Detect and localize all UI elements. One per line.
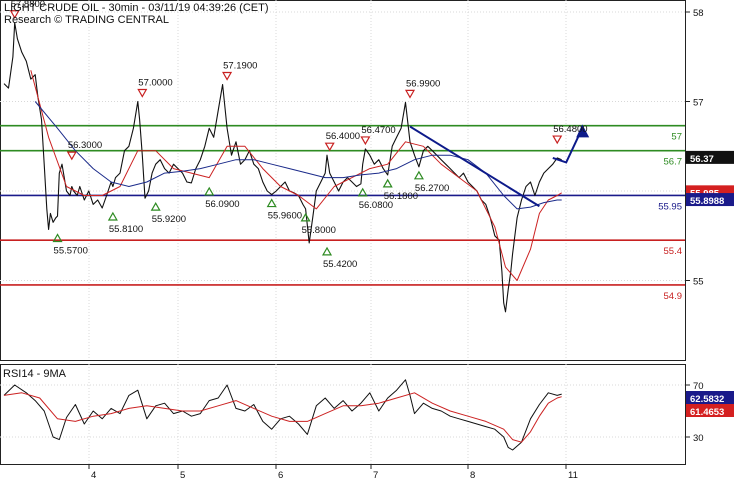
swing-low-label: 55.5700 [54, 245, 88, 256]
high-marker [66, 151, 77, 161]
x-tick-label: 5 [180, 470, 185, 480]
badge-rsi: 62.5832 [690, 394, 724, 405]
x-tick-label: 8 [470, 470, 475, 480]
high-marker [137, 88, 148, 98]
badge-rsi-ma: 61.4653 [690, 407, 724, 418]
low-marker [300, 212, 311, 222]
low-marker [150, 201, 161, 211]
high-marker [404, 89, 416, 99]
low-marker [204, 186, 215, 196]
high-marker [552, 135, 563, 145]
x-tick-label: 4 [91, 470, 96, 480]
low-marker [382, 178, 393, 188]
level-label-resistance: 57 [671, 132, 682, 143]
rsi-series [3, 379, 562, 451]
high-marker [222, 71, 233, 81]
rsi-tick-label: 30 [693, 433, 704, 444]
level-label-support: 55.4 [664, 246, 683, 257]
low-marker [321, 246, 333, 256]
swing-low-label: 55.8000 [302, 225, 336, 236]
y-tick-label: 55 [693, 277, 704, 288]
swing-high-label: 57.1900 [223, 60, 257, 71]
swing-low-label: 55.9600 [268, 211, 302, 222]
badge-price: 56.37 [690, 154, 714, 165]
series-rsi_ma [3, 392, 562, 443]
badge-ma_slow: 55.8988 [690, 196, 724, 207]
level-label-pivot: 55.95 [658, 201, 682, 212]
price-panel-frame [0, 0, 686, 361]
rsi-panel-title: RSI14 - 9MA [3, 368, 67, 380]
chart-subtitle: Research © TRADING CENTRAL [4, 14, 169, 26]
swing-high-label: 56.4000 [326, 131, 360, 142]
trading-chart: 5756.755.9555.454.9 57.880056.300057.000… [0, 0, 734, 480]
swing-low-label: 55.8100 [109, 224, 143, 235]
series-ma_slow [34, 101, 562, 210]
x-tick-label: 6 [278, 470, 283, 480]
swing-high-label: 56.4800 [553, 124, 587, 135]
swing-high-label: 56.9900 [406, 78, 440, 89]
swing-low-label: 56.0900 [205, 199, 239, 210]
price-series [3, 22, 562, 313]
swing-low-label: 56.1800 [384, 191, 418, 202]
x-tick-label: 7 [373, 470, 378, 480]
chart-title: LIGHT CRUDE OIL - 30min - 03/11/19 04:39… [4, 2, 269, 14]
x-tick-label: 11 [568, 470, 578, 480]
y-tick-label: 58 [693, 8, 704, 19]
low-marker [107, 211, 118, 221]
swing-high-label: 56.3000 [68, 140, 102, 151]
swing-low-label: 56.2700 [415, 183, 449, 194]
swing-annotations: 57.880056.300057.000057.190056.400056.47… [9, 0, 590, 270]
low-marker [413, 170, 424, 180]
low-marker [266, 198, 277, 208]
level-label-resistance: 56.7 [664, 157, 683, 168]
high-marker [360, 136, 371, 146]
axes: 5556575845678113070 [88, 8, 704, 480]
level-label-support: 54.9 [664, 291, 683, 302]
swing-high-label: 57.0000 [138, 78, 172, 89]
grid-lines [0, 0, 685, 464]
series-rsi [3, 379, 562, 451]
trendline [409, 125, 540, 208]
rsi-tick-label: 70 [693, 381, 704, 392]
y-tick-label: 57 [693, 98, 704, 109]
swing-low-label: 55.9200 [152, 214, 186, 225]
series-ma_fast [30, 70, 562, 281]
swing-low-label: 55.4200 [323, 259, 357, 270]
level-lines: 57 56.7 55.95 55.4 54.9 [0, 124, 685, 302]
high-marker [324, 142, 335, 152]
swing-high-label: 56.4700 [361, 125, 395, 136]
